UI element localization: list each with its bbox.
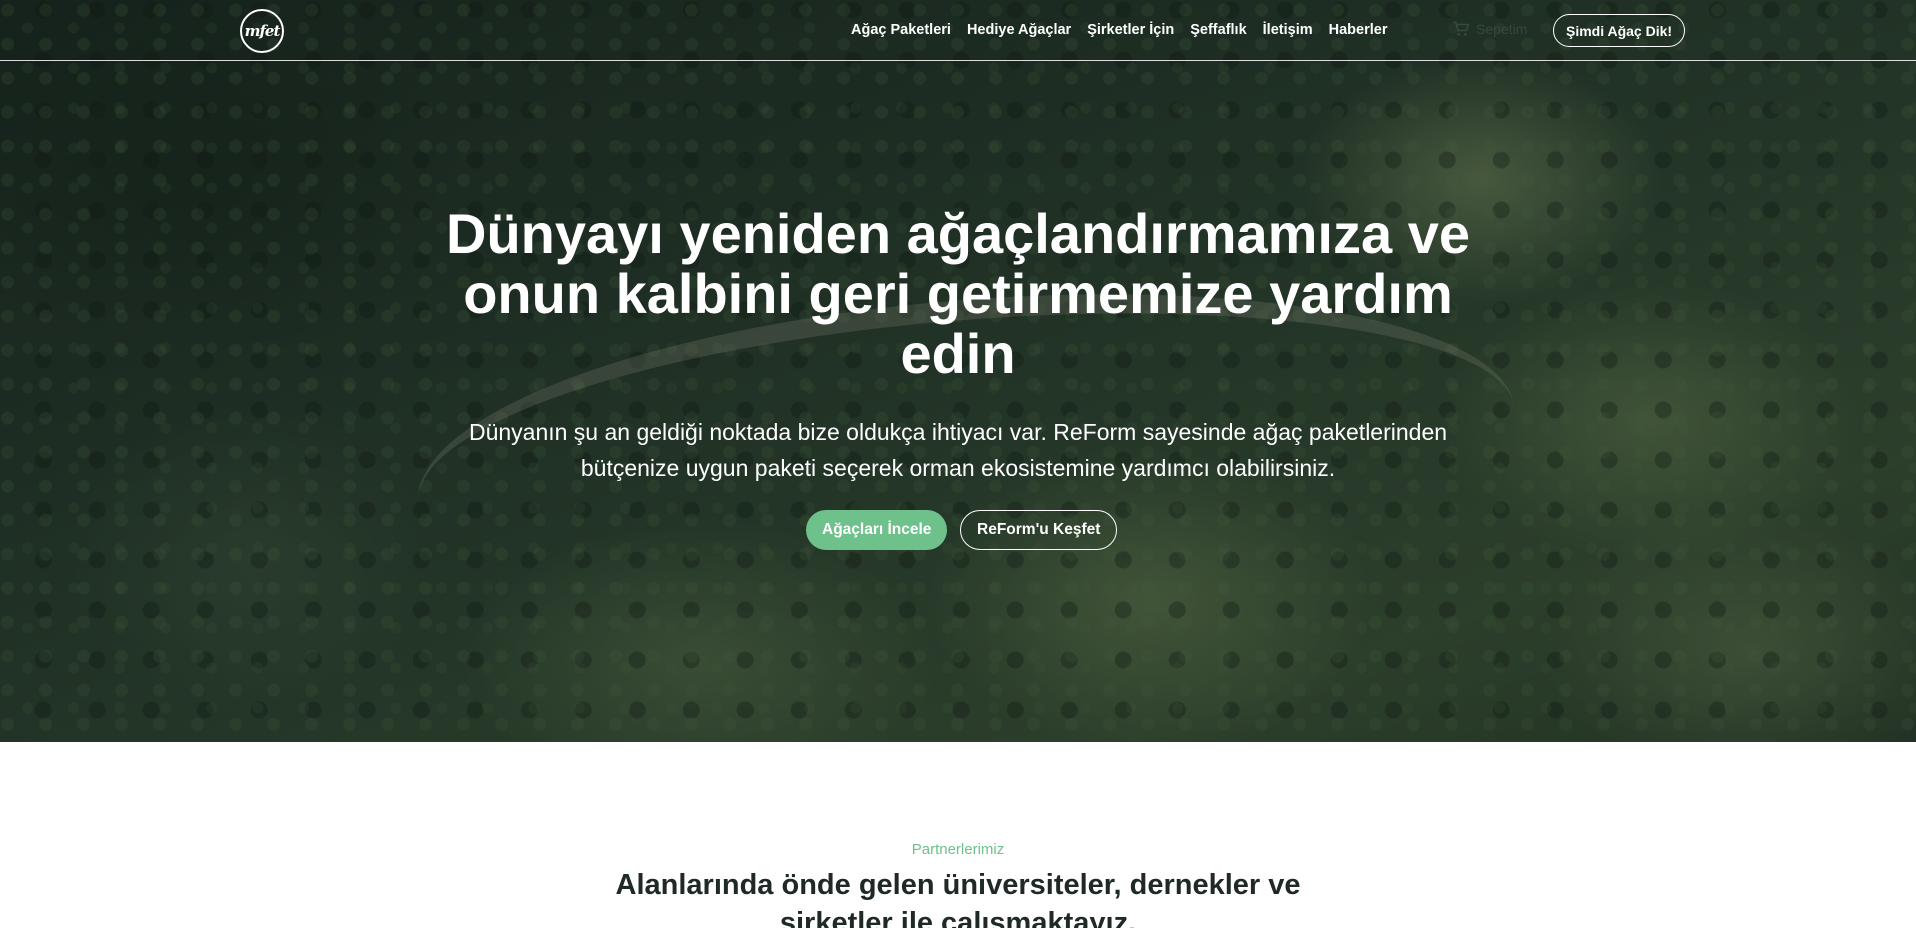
cart-link[interactable]: Sepetim <box>1452 20 1527 38</box>
hero-title: Dünyayı yeniden ağaçlandırmamıza ve onun… <box>446 202 1470 385</box>
nav-link-contact[interactable]: İletişim <box>1263 22 1313 38</box>
nav-link-transparency[interactable]: Şeffaflık <box>1190 22 1246 38</box>
partners-title: Alanlarında önde gelen üniversiteler, de… <box>615 869 1301 928</box>
site-logo[interactable]: mfet <box>240 9 284 53</box>
nav-links: Ağaç Paketleri Hediye Ağaçlar Şirketler … <box>851 22 1387 38</box>
discover-reform-button[interactable]: ReForm'u Keşfet <box>960 510 1118 550</box>
cart-label: Sepetim <box>1476 21 1528 37</box>
nav-link-for-companies[interactable]: Şirketler İçin <box>1087 22 1174 38</box>
nav-link-gift-trees[interactable]: Hediye Ağaçlar <box>967 22 1071 38</box>
hero-section: mfet Ağaç Paketleri Hediye Ağaçlar Şirke… <box>0 0 1916 742</box>
shopping-cart-icon <box>1453 21 1470 36</box>
nav-link-tree-packages[interactable]: Ağaç Paketleri <box>851 22 951 38</box>
nav-link-news[interactable]: Haberler <box>1329 22 1388 38</box>
top-navigation: mfet Ağaç Paketleri Hediye Ağaçlar Şirke… <box>0 0 1916 61</box>
plant-tree-now-button[interactable]: Şimdi Ağaç Dik! <box>1553 14 1686 47</box>
partners-kicker: Partnerlerimiz <box>911 841 1005 858</box>
hero-subtitle: Dünyanın şu an geldiği noktada bize oldu… <box>468 419 1448 481</box>
explore-trees-button[interactable]: Ağaçları İncele <box>806 510 948 550</box>
